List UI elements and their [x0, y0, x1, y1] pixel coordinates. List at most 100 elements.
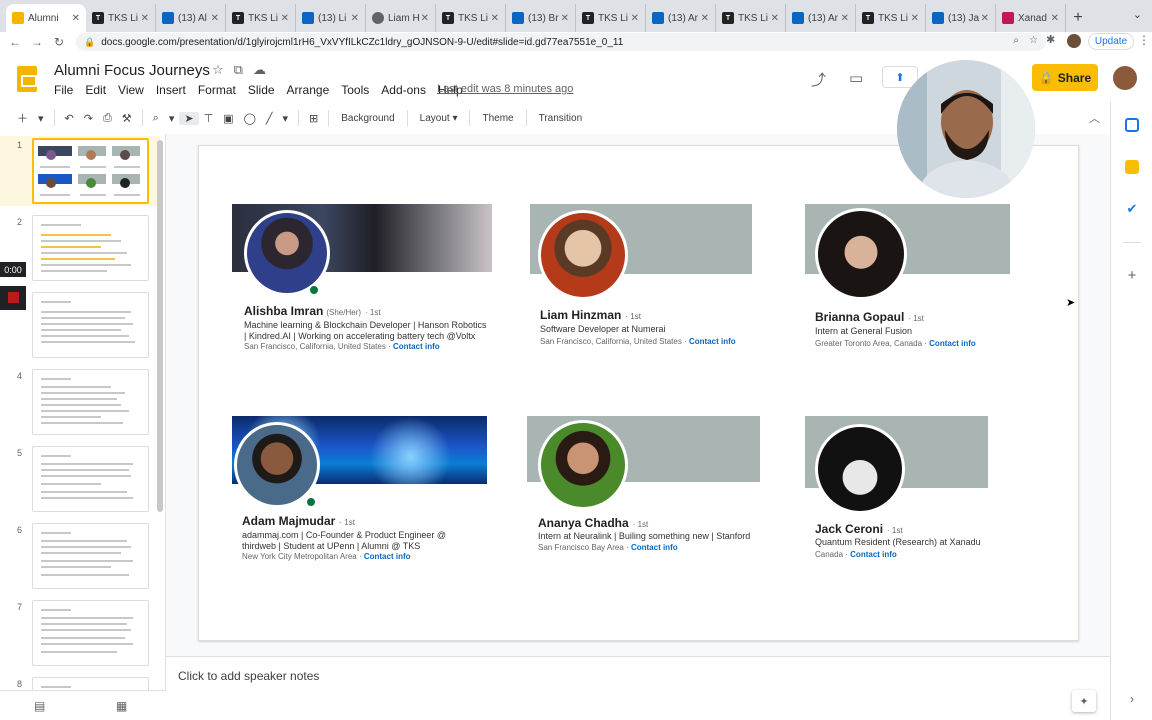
- browser-tab[interactable]: Xanad ✕: [996, 4, 1066, 32]
- filmstrip-scrollbar[interactable]: [157, 140, 163, 512]
- close-tab-icon[interactable]: ✕: [911, 13, 919, 24]
- close-tab-icon[interactable]: ✕: [981, 13, 989, 24]
- filmstrip-view-icon[interactable]: ▤: [34, 699, 45, 713]
- browser-tab[interactable]: (13) Ja ✕: [926, 4, 996, 32]
- theme-button[interactable]: Theme: [475, 113, 520, 124]
- browser-menu-icon[interactable]: ⋮: [1138, 33, 1150, 47]
- collapse-menus-chevron-icon[interactable]: ︿: [1089, 110, 1100, 126]
- browser-tab[interactable]: T TKS Li ✕: [576, 4, 646, 32]
- grid-view-icon[interactable]: ▦: [116, 699, 127, 713]
- browser-tab[interactable]: (13) Br ✕: [506, 4, 576, 32]
- menu-slide[interactable]: Slide: [242, 83, 281, 97]
- zoom-magnifier-icon[interactable]: ⌕: [148, 112, 164, 125]
- explore-button[interactable]: ✦: [1072, 690, 1096, 712]
- browser-tab[interactable]: (13) Ar ✕: [786, 4, 856, 32]
- url-field[interactable]: 🔒 docs.google.com/presentation/d/1glyiro…: [76, 33, 1046, 51]
- background-button[interactable]: Background: [334, 113, 401, 124]
- profile-card[interactable]: Brianna Gopaul · 1st Intern at General Fu…: [805, 204, 1015, 354]
- cloud-status-icon[interactable]: ☁: [253, 62, 266, 78]
- close-tab-icon[interactable]: ✕: [631, 13, 639, 24]
- close-tab-icon[interactable]: ✕: [771, 13, 779, 24]
- redo-icon[interactable]: ↷: [79, 112, 98, 125]
- browser-tab[interactable]: Liam H ✕: [366, 4, 436, 32]
- menu-view[interactable]: View: [112, 83, 150, 97]
- select-arrow-icon[interactable]: ➤: [179, 111, 199, 125]
- close-tab-icon[interactable]: ✕: [421, 13, 429, 24]
- text-box-icon[interactable]: ⊤: [199, 112, 219, 125]
- browser-tab[interactable]: (13) Al ✕: [156, 4, 226, 32]
- document-title[interactable]: Alumni Focus Journeys: [54, 62, 210, 79]
- stop-recording-button[interactable]: [0, 286, 26, 310]
- new-slide-plus-icon[interactable]: ＋: [12, 110, 33, 126]
- contact-info-link[interactable]: Contact info: [364, 552, 411, 561]
- browser-tab[interactable]: T TKS Li ✕: [436, 4, 506, 32]
- last-edit-link[interactable]: Last edit was 8 minutes ago: [437, 83, 573, 95]
- slide-thumbnail[interactable]: 1: [0, 136, 160, 206]
- menu-edit[interactable]: Edit: [79, 83, 112, 97]
- star-icon[interactable]: ☆: [212, 62, 224, 78]
- undo-icon[interactable]: ↶: [60, 112, 79, 125]
- slide-thumbnail[interactable]: 5: [0, 444, 160, 514]
- close-tab-icon[interactable]: ✕: [1051, 13, 1059, 24]
- calendar-icon[interactable]: [1125, 118, 1139, 132]
- close-tab-icon[interactable]: ✕: [561, 13, 569, 24]
- comments-icon[interactable]: ▭: [849, 69, 863, 87]
- tab-search-chevron-icon[interactable]: ⌄: [1133, 8, 1142, 21]
- close-tab-icon[interactable]: ✕: [351, 13, 359, 24]
- print-icon[interactable]: ⎙: [98, 112, 117, 125]
- profile-card[interactable]: Adam Majmudar · 1st adammaj.com | Co-Foun…: [232, 416, 492, 566]
- bookmark-star-icon[interactable]: ☆: [1029, 35, 1038, 46]
- paint-format-icon[interactable]: ⚒: [117, 112, 137, 125]
- close-tab-icon[interactable]: ✕: [211, 13, 219, 24]
- account-avatar[interactable]: [1113, 66, 1137, 90]
- tasks-icon[interactable]: ✔: [1125, 201, 1139, 216]
- new-tab-button[interactable]: +: [1066, 4, 1090, 32]
- browser-tab[interactable]: T TKS Li ✕: [226, 4, 296, 32]
- menu-tools[interactable]: Tools: [335, 83, 375, 97]
- update-button[interactable]: Update: [1088, 33, 1134, 50]
- zoom-icon[interactable]: ⌕: [1013, 35, 1019, 46]
- slides-logo-icon[interactable]: [17, 66, 37, 92]
- extensions-puzzle-icon[interactable]: ✱: [1046, 33, 1055, 46]
- close-tab-icon[interactable]: ✕: [141, 13, 149, 24]
- slide-thumbnail[interactable]: 7: [0, 598, 160, 668]
- contact-info-link[interactable]: Contact info: [689, 337, 736, 346]
- menu-format[interactable]: Format: [192, 83, 242, 97]
- browser-tab[interactable]: (13) Ar ✕: [646, 4, 716, 32]
- keep-icon[interactable]: [1125, 160, 1139, 174]
- browser-profile-avatar[interactable]: [1067, 34, 1081, 48]
- browser-tab[interactable]: T TKS Li ✕: [86, 4, 156, 32]
- move-folder-icon[interactable]: ⧉: [234, 62, 243, 78]
- profile-card[interactable]: Liam Hinzman · 1st Software Developer at …: [530, 204, 760, 354]
- reload-icon[interactable]: ↻: [48, 35, 70, 49]
- contact-info-link[interactable]: Contact info: [631, 543, 678, 552]
- zoom-dropdown-icon[interactable]: ▾: [164, 112, 180, 125]
- back-arrow-icon[interactable]: ←: [4, 35, 26, 49]
- menu-file[interactable]: File: [48, 83, 79, 97]
- forward-arrow-icon[interactable]: →: [26, 35, 48, 49]
- profile-card[interactable]: Alishba Imran (She/Her) · 1st Machine lear…: [232, 204, 494, 354]
- close-tab-icon[interactable]: ✕: [841, 13, 849, 24]
- menu-arrange[interactable]: Arrange: [281, 83, 336, 97]
- close-tab-icon[interactable]: ✕: [701, 13, 709, 24]
- share-button[interactable]: 🔒 Share: [1032, 64, 1098, 91]
- slide-thumbnail[interactable]: 8: [0, 675, 160, 690]
- line-icon[interactable]: ╱: [261, 112, 278, 125]
- slide-thumbnail[interactable]: 6: [0, 521, 160, 591]
- speaker-notes[interactable]: Click to add speaker notes: [166, 656, 1110, 690]
- close-tab-icon[interactable]: ✕: [72, 13, 80, 24]
- line-dropdown-icon[interactable]: ▾: [278, 112, 294, 125]
- menu-insert[interactable]: Insert: [150, 83, 192, 97]
- menu-add-ons[interactable]: Add-ons: [375, 83, 432, 97]
- browser-tab[interactable]: T TKS Li ✕: [856, 4, 926, 32]
- new-slide-dropdown-icon[interactable]: ▾: [33, 112, 49, 125]
- slide-thumbnail[interactable]: 4: [0, 367, 160, 437]
- browser-tab[interactable]: Alumni ✕: [6, 4, 86, 32]
- comment-add-icon[interactable]: ⊞: [304, 112, 323, 125]
- add-addon-plus-icon[interactable]: +: [1125, 267, 1139, 284]
- close-tab-icon[interactable]: ✕: [281, 13, 289, 24]
- profile-card[interactable]: Ananya Chadha · 1st Intern at Neuralink |…: [527, 416, 767, 566]
- activity-trend-icon[interactable]: ⤴: [811, 69, 826, 90]
- contact-info-link[interactable]: Contact info: [393, 342, 440, 351]
- browser-tab[interactable]: (13) Li ✕: [296, 4, 366, 32]
